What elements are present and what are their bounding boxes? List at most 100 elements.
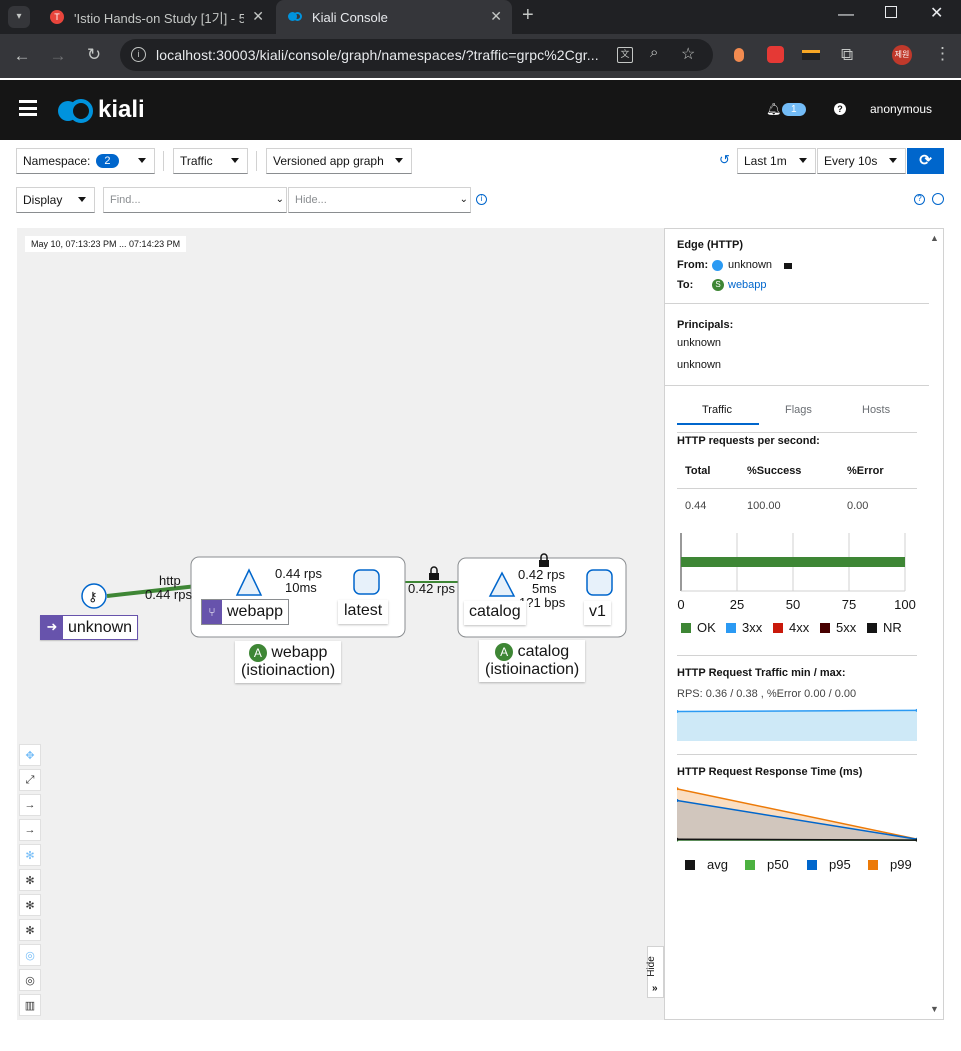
browser-tab-istio-study[interactable]: T 'Istio Hands-on Study [1기] - 5 ✕ — [38, 0, 274, 34]
bookmark-star-icon[interactable]: ☆ — [681, 44, 695, 64]
response-time-chart — [677, 787, 917, 842]
chevron-down-icon — [231, 158, 239, 163]
app-badge: A — [248, 644, 267, 662]
close-tab-icon[interactable]: ✕ — [490, 8, 502, 25]
zoom-icon[interactable]: ⌕ — [650, 44, 658, 61]
extension-icon-3[interactable] — [802, 50, 820, 60]
namespace-layout-2-icon[interactable]: ◎ — [19, 969, 41, 991]
key-icon: ⚷ — [88, 590, 98, 605]
graph-canvas[interactable]: May 10, 07:13:23 PM ... 07:14:23 PM ⚷ ht… — [17, 228, 665, 1020]
edge-rps-label: 0.42 rps — [518, 567, 565, 582]
duration-dropdown[interactable]: Last 1m — [737, 148, 816, 174]
layout-default-icon[interactable]: ✻ — [19, 844, 41, 866]
service-badge-icon: S — [712, 279, 724, 291]
notification-bell-icon[interactable]: 🔔︎ — [766, 102, 781, 116]
refresh-button[interactable]: ⟳ — [907, 148, 944, 174]
browser-tab-kiali[interactable]: Kiali Console ✕ — [276, 0, 512, 34]
legend-swatch — [773, 622, 783, 633]
traffic-minmax-summary: RPS: 0.36 / 0.38 , %Error 0.00 / 0.00 — [677, 688, 857, 700]
catalog-v1-label[interactable]: v1 — [584, 601, 611, 625]
profile-avatar[interactable]: 제원 — [892, 45, 912, 65]
find-help-info-icon[interactable]: i — [476, 194, 487, 205]
traffic-area — [677, 710, 917, 741]
hide-panel-toggle[interactable]: Hide » — [646, 946, 664, 998]
namespace-dropdown[interactable]: Namespace: 2 — [16, 148, 155, 174]
notification-count-badge[interactable]: 1 — [782, 103, 806, 116]
zoom-out-icon[interactable]: → — [19, 819, 41, 841]
to-value-link[interactable]: webapp — [728, 279, 767, 291]
maximize-window-icon[interactable] — [885, 6, 897, 18]
tab-flags[interactable]: Flags — [785, 404, 812, 416]
hide-history-chevron-icon[interactable]: ⌄ — [460, 194, 468, 205]
find-placeholder: Find... — [110, 194, 141, 206]
webapp-latest-label[interactable]: latest — [338, 600, 389, 624]
namespace-layout-icon[interactable]: ◎ — [19, 944, 41, 966]
refresh-interval-label: Every 10s — [824, 154, 878, 168]
find-history-chevron-icon[interactable]: ⌄ — [276, 194, 284, 205]
layout-3-icon[interactable]: ✻ — [19, 919, 41, 941]
tab-hosts[interactable]: Hosts — [862, 404, 890, 416]
pan-icon[interactable]: ✥ — [19, 744, 41, 766]
reload-icon[interactable]: ↻ — [84, 45, 104, 65]
back-arrow-icon[interactable]: ← — [12, 46, 32, 66]
history-icon[interactable]: ↺ — [719, 152, 730, 168]
new-tab-button[interactable]: + — [522, 4, 534, 27]
graph-help-icon[interactable]: ? — [914, 194, 925, 205]
edge-rps-label: 0.42 rps — [408, 581, 455, 596]
traffic-sparkline — [677, 708, 917, 741]
site-info-icon[interactable]: i — [131, 47, 146, 62]
hide-input[interactable]: Hide... ⌄ — [288, 187, 471, 213]
legend-swatch — [685, 859, 695, 870]
minimize-window-icon[interactable]: — — [838, 6, 854, 24]
translate-icon[interactable]: 文 — [617, 47, 633, 63]
kiali-logo[interactable]: kiali — [58, 96, 158, 125]
unknown-node-label[interactable]: ➜ unknown — [40, 615, 139, 640]
chevron-down-icon — [395, 158, 403, 163]
webapp-service-label[interactable]: ⑂ webapp — [201, 599, 290, 625]
double-chevron-right-icon: » — [652, 983, 658, 994]
legend-swatch — [820, 622, 830, 633]
traffic-label: Traffic — [180, 154, 213, 168]
refresh-interval-dropdown[interactable]: Every 10s — [817, 148, 906, 174]
tab-traffic[interactable]: Traffic — [702, 404, 732, 416]
legend-nr: NR — [867, 620, 902, 635]
url-omnibox[interactable]: i localhost:30003/kiali/console/graph/na… — [120, 39, 713, 71]
scroll-down-icon[interactable]: ▼ — [930, 1004, 939, 1014]
traffic-dropdown[interactable]: Traffic — [173, 148, 248, 174]
legend-4xx: 4xx — [773, 620, 809, 635]
find-input[interactable]: Find... ⌄ — [103, 187, 287, 213]
layout-1-icon[interactable]: ✻ — [19, 869, 41, 891]
resp-line-avg — [677, 838, 917, 841]
legend-map-icon[interactable]: ▥ — [19, 994, 41, 1016]
scroll-up-icon[interactable]: ▲ — [930, 233, 939, 243]
unknown-source-icon — [712, 260, 723, 271]
close-window-icon[interactable]: ✕ — [930, 3, 943, 23]
catalog-app-box-label[interactable]: A catalog (istioinaction) — [479, 640, 586, 682]
close-tab-icon[interactable]: ✕ — [252, 8, 264, 25]
zoom-in-icon[interactable]: → — [19, 794, 41, 816]
legend-ok: OK — [681, 620, 716, 635]
graph-tour-icon[interactable] — [932, 193, 944, 205]
extension-icon-1[interactable] — [734, 48, 744, 62]
layout-2-icon[interactable]: ✻ — [19, 894, 41, 916]
namespace-count-badge: 2 — [96, 154, 119, 168]
forward-arrow-icon[interactable]: → — [48, 46, 68, 66]
browser-menu-icon[interactable]: ⋮ — [934, 44, 951, 64]
tab-search-button[interactable]: ▾ — [8, 6, 30, 28]
graph-type-dropdown[interactable]: Versioned app graph — [266, 148, 412, 174]
principals-label: Principals: — [677, 319, 734, 331]
edge-protocol-label: http — [159, 573, 181, 588]
extension-icon-2[interactable] — [767, 46, 784, 63]
legend-swatch — [726, 622, 736, 633]
namespace-label: Namespace: — [23, 154, 91, 168]
display-dropdown[interactable]: Display — [16, 187, 95, 213]
chevron-down-icon — [138, 158, 146, 163]
help-icon[interactable]: ? — [834, 103, 846, 115]
extensions-puzzle-icon[interactable]: ⧉ — [841, 45, 853, 65]
user-menu[interactable]: anonymous — [870, 102, 932, 116]
webapp-app-box-label[interactable]: A webapp (istioinaction) — [235, 641, 342, 683]
fit-to-screen-icon[interactable]: ⤢ — [19, 769, 41, 791]
chevron-down-icon — [78, 197, 86, 202]
catalog-service-label[interactable]: catalog — [464, 601, 526, 625]
hamburger-menu-icon[interactable] — [19, 100, 37, 116]
